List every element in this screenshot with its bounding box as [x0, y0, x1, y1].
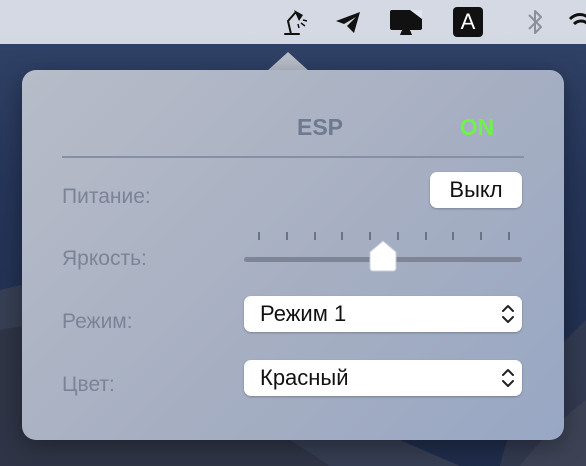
menu-bar: A: [0, 0, 586, 44]
mode-select[interactable]: Режим 1: [244, 296, 522, 332]
popover-arrow: [266, 52, 310, 72]
slider-tick: [452, 232, 455, 240]
mode-label: Режим:: [62, 310, 133, 333]
brightness-slider[interactable]: [244, 228, 524, 272]
wifi-icon[interactable]: [568, 0, 586, 44]
slider-thumb[interactable]: [368, 240, 398, 272]
color-label: Цвет:: [62, 373, 115, 396]
updown-chevron-icon: [502, 305, 514, 323]
device-name: ESP: [296, 114, 344, 140]
slider-tick: [480, 232, 483, 240]
mode-select-value: Режим 1: [260, 301, 347, 326]
bluetooth-icon[interactable]: [520, 0, 550, 44]
slider-tick: [313, 232, 316, 240]
slider-tick: [424, 232, 427, 240]
device-state: ON: [459, 114, 495, 140]
esp-control-popover: ESP ON Питание: Выкл Яркость: Режим: Реж…: [22, 70, 564, 440]
telegram-icon[interactable]: [330, 0, 366, 44]
power-label: Питание:: [62, 185, 151, 208]
color-select-value: Красный: [260, 365, 349, 390]
slider-tick: [285, 232, 288, 240]
header-divider: [62, 156, 524, 158]
slider-tick: [369, 232, 372, 240]
slider-tick: [341, 232, 344, 240]
color-select[interactable]: Красный: [244, 360, 522, 396]
slider-tick: [258, 232, 260, 240]
updown-chevron-icon: [502, 369, 514, 387]
power-off-button[interactable]: Выкл: [430, 172, 522, 208]
slider-tick: [396, 232, 399, 240]
input-source-label: A: [453, 7, 483, 37]
input-source-icon[interactable]: A: [450, 0, 486, 44]
brightness-label: Яркость:: [62, 247, 147, 270]
slider-tick: [508, 232, 510, 240]
desk-lamp-icon[interactable]: [276, 0, 312, 44]
display-icon[interactable]: [386, 0, 426, 44]
